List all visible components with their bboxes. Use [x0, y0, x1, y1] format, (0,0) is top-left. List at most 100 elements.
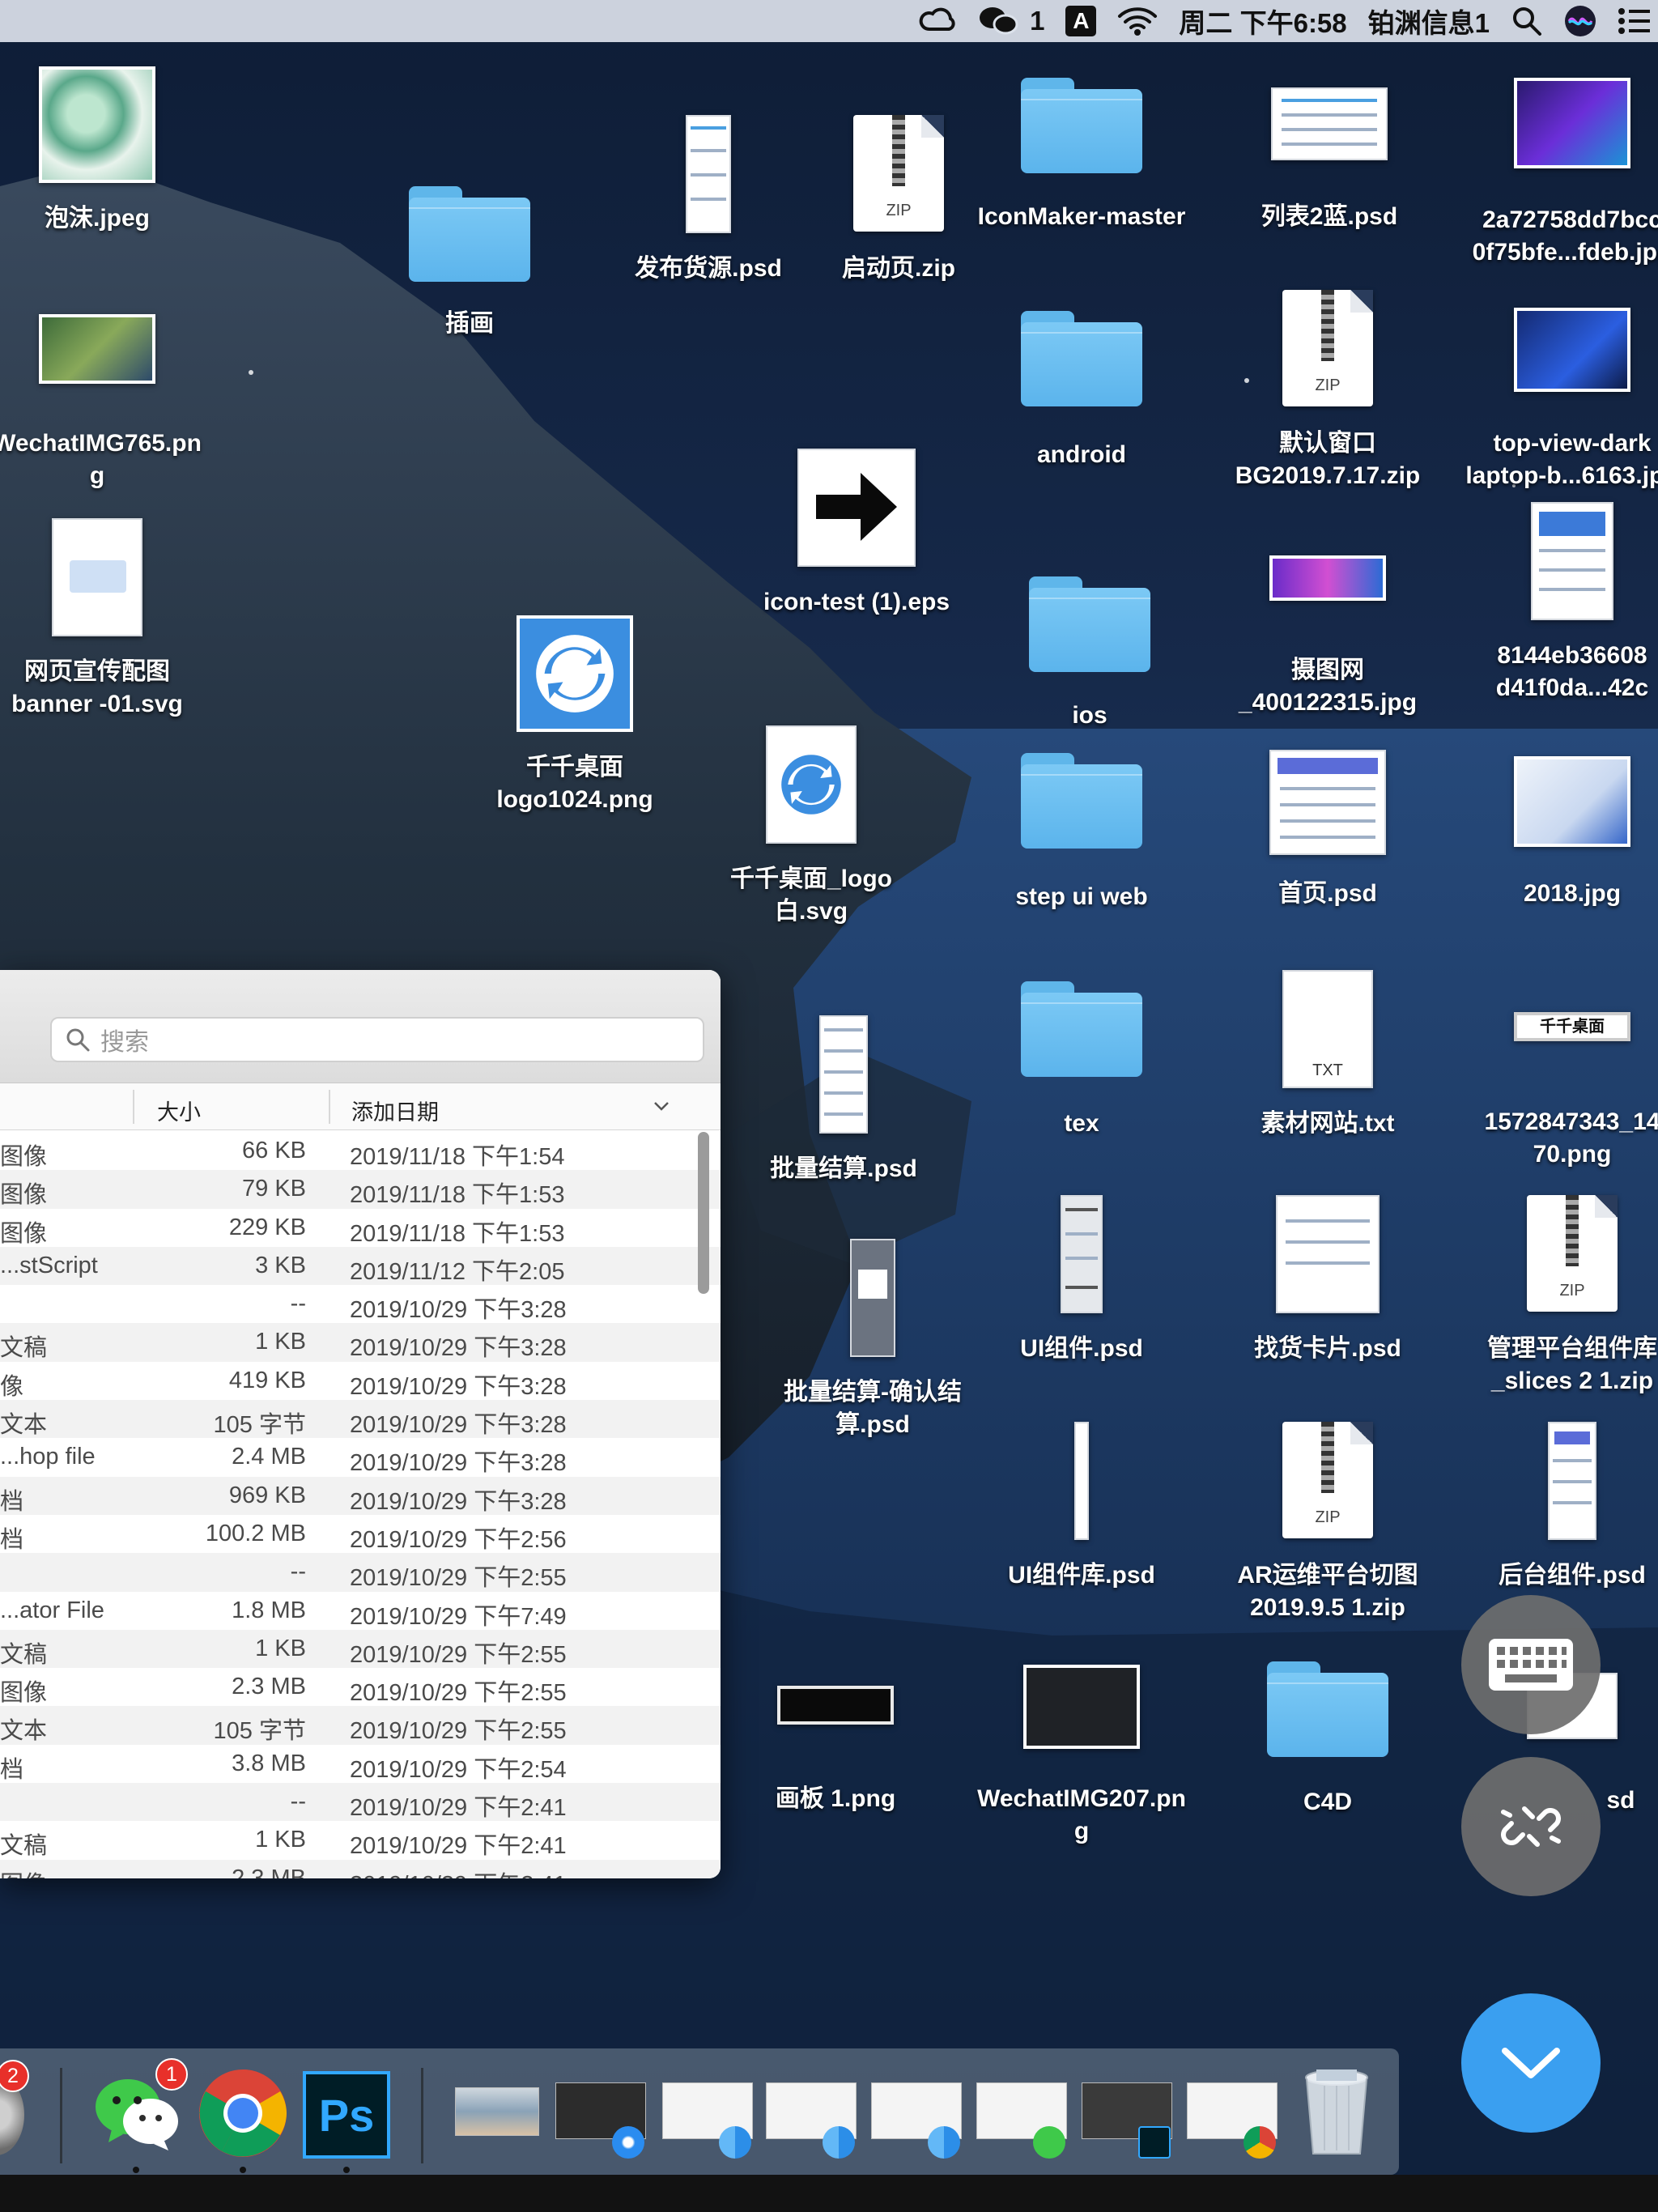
dock-minimized-window-photo[interactable] — [455, 2066, 539, 2155]
table-row[interactable]: 像 419 KB 2019/10/29 下午3:28 — [0, 1362, 721, 1400]
icon-label: 插画 — [445, 310, 494, 337]
dock-app-chrome[interactable] — [196, 2066, 290, 2160]
icon-label: 8144eb36608 d41f0da...42c — [1495, 642, 1649, 701]
desktop-icon-iconmaker-folder[interactable]: IconMaker-master — [960, 78, 1203, 248]
desktop-icon-admin-components-zip[interactable]: ZIP 管理平台组件库 _slices 2 1.zip — [1451, 1195, 1658, 1397]
input-method-icon[interactable]: A — [1065, 0, 1097, 42]
desktop-icon-tex-folder[interactable]: tex — [960, 981, 1203, 1143]
desktop-icon-qianqian-logo-svg[interactable]: 千千桌面_logo 白.svg — [690, 725, 933, 936]
wifi-icon[interactable] — [1117, 0, 1158, 42]
column-header-size[interactable]: 大小 — [157, 1095, 201, 1126]
safari-icon — [612, 2126, 644, 2159]
icon-label: 2018.jpg — [1523, 880, 1622, 907]
desktop-icon-ui-library-psd[interactable]: UI组件库.psd — [960, 1422, 1203, 1600]
dock-app-launchpad[interactable]: 2 — [0, 2060, 29, 2157]
creative-cloud-icon[interactable] — [918, 0, 957, 42]
collapse-button[interactable] — [1461, 1993, 1601, 2133]
desktop-icon-default-window-zip[interactable]: ZIP 默认窗口 BG2019.7.17.zip — [1206, 290, 1449, 492]
desktop-icon-step-ui-web-folder[interactable]: step ui web — [960, 753, 1203, 915]
dock: 2 1 Ps — [0, 2048, 1399, 2175]
chevron-down-icon[interactable] — [653, 1100, 670, 1112]
dock-minimized-window-chrome[interactable] — [1187, 2066, 1281, 2160]
desktop-icon-foam-jpeg[interactable]: 泡沫.jpeg — [0, 66, 219, 245]
icon-label: 素材网站.txt — [1261, 1110, 1395, 1137]
desktop-icon-qianqian-logo-png[interactable]: 千千桌面 logo1024.png — [453, 615, 696, 826]
desktop-icon-ios-folder[interactable]: ios — [968, 576, 1211, 738]
vertical-scrollbar[interactable] — [698, 1132, 709, 1294]
table-row[interactable]: 文本 105 字节 2019/10/29 下午2:55 — [0, 1706, 721, 1745]
desktop-icon-wechatimg765[interactable]: WechatIMG765.pn g — [0, 314, 219, 500]
table-row[interactable]: 档 969 KB 2019/10/29 下午3:28 — [0, 1476, 721, 1515]
icon-label: step ui web — [1015, 883, 1148, 910]
desktop-icon-shetuwang-jpg[interactable]: 摄图网 _400122315.jpg — [1206, 555, 1449, 725]
desktop-icon-batch-settlement-psd[interactable]: 批量结算.psd — [722, 1015, 965, 1193]
desktop-icon-1572847343-png[interactable]: 千千桌面 1572847343_14 70.png — [1451, 1012, 1658, 1182]
table-row[interactable]: -- 2019/10/29 下午2:55 — [0, 1553, 721, 1592]
table-row[interactable]: ...ator File 1.8 MB 2019/10/29 下午7:49 — [0, 1592, 721, 1630]
desktop-icon-wechatimg207[interactable]: WechatIMG207.pn g — [960, 1665, 1203, 1867]
table-row[interactable]: 文稿 1 KB 2019/10/29 下午2:55 — [0, 1629, 721, 1669]
desktop-icon-2a72758-jpg[interactable]: 2a72758dd7bcc 0f75bfe...fdeb.jpg — [1451, 78, 1658, 272]
desktop-icon-icon-test-eps[interactable]: icon-test (1).eps — [735, 449, 978, 627]
table-row[interactable]: -- 2019/10/29 下午3:28 — [0, 1285, 721, 1323]
finder-icon — [928, 2126, 960, 2159]
search-placeholder: 搜索 — [100, 1029, 149, 1056]
image-thumbnail — [39, 66, 155, 183]
table-row[interactable]: 文稿 1 KB 2019/10/29 下午3:28 — [0, 1323, 721, 1362]
image-thumbnail — [39, 314, 155, 384]
desktop-icon-android-folder[interactable]: android — [960, 311, 1203, 473]
icon-label: 泡沫.jpeg — [44, 205, 150, 232]
dock-trash[interactable] — [1300, 2066, 1373, 2160]
dock-minimized-window-finder-3[interactable] — [871, 2066, 965, 2160]
column-header-date-added[interactable]: 添加日期 — [351, 1095, 439, 1126]
desktop-icon-banner-svg[interactable]: 网页宣传配图 banner -01.svg — [0, 518, 219, 729]
desktop-icon-list-blue-psd[interactable]: 列表2蓝.psd — [1208, 87, 1451, 249]
desktop-icon-ui-components-psd[interactable]: UI组件.psd — [960, 1195, 1203, 1373]
dock-minimized-window-wechat[interactable] — [976, 2066, 1070, 2160]
desktop-icon-find-goods-card-psd[interactable]: 找货卡片.psd — [1206, 1195, 1449, 1373]
table-row[interactable]: 档 3.8 MB 2019/10/29 下午2:54 — [0, 1745, 721, 1783]
desktop-icon-backend-components-psd[interactable]: 后台组件.psd — [1451, 1422, 1658, 1600]
notification-center-icon[interactable] — [1618, 0, 1650, 42]
chevron-down-icon — [1502, 2048, 1560, 2078]
dock-minimized-window-safari[interactable] — [555, 2066, 649, 2160]
desktop-icon-c4d-folder[interactable]: C4D — [1206, 1661, 1449, 1823]
desktop-icon-artboard-png[interactable]: 画板 1.png — [714, 1686, 957, 1864]
dock-app-photoshop[interactable]: Ps — [303, 2071, 390, 2159]
desktop-icon-homepage-psd[interactable]: 首页.psd — [1206, 750, 1449, 920]
desktop-icon-2018-jpg[interactable]: 2018.jpg — [1451, 756, 1658, 918]
table-row[interactable]: 图像 66 KB 2019/11/18 下午1:54 — [0, 1132, 721, 1170]
clock[interactable]: 周二 下午6:58 — [1179, 0, 1346, 42]
siri-icon[interactable] — [1564, 0, 1596, 42]
table-row[interactable]: -- 2019/10/29 下午2:41 — [0, 1783, 721, 1822]
table-row[interactable]: 档 100.2 MB 2019/10/29 下午2:56 — [0, 1515, 721, 1553]
table-row[interactable]: 图像2.3 MB2019/10/29 下午2:41 — [0, 1859, 721, 1878]
dock-minimized-window-finder-1[interactable] — [662, 2066, 756, 2160]
dock-minimized-window-finder-2[interactable] — [766, 2066, 860, 2160]
keyboard-button[interactable] — [1461, 1595, 1601, 1734]
icon-label: 批量结算.psd — [770, 1155, 917, 1182]
clock-text: 周二 下午6:58 — [1179, 8, 1347, 38]
desktop-icon-8144eb-image[interactable]: 8144eb36608 d41f0da...42c — [1451, 502, 1658, 713]
table-row[interactable]: 图像 229 KB 2019/11/18 下午1:53 — [0, 1209, 721, 1247]
desktop-icon-ar-ops-zip[interactable]: ZIP AR运维平台切图 2019.9.5 1.zip — [1206, 1422, 1449, 1624]
icon-label: android — [1037, 441, 1126, 468]
psd-document-icon — [1548, 1422, 1596, 1540]
user-menu[interactable]: 铂渊信息1 — [1368, 0, 1490, 42]
wechat-status-icon[interactable]: 1 — [978, 0, 1044, 42]
table-row[interactable]: 文稿 1 KB 2019/10/29 下午2:41 — [0, 1821, 721, 1859]
dock-minimized-window-photoshop[interactable] — [1082, 2066, 1175, 2160]
desktop-icon-illustration-folder[interactable]: 插画 — [348, 180, 591, 342]
table-row[interactable]: 图像 79 KB 2019/11/18 下午1:53 — [0, 1170, 721, 1209]
disconnect-button[interactable] — [1461, 1757, 1601, 1896]
dock-app-wechat[interactable]: 1 — [89, 2058, 188, 2160]
table-row[interactable]: 图像 2.3 MB 2019/10/29 下午2:55 — [0, 1668, 721, 1706]
table-row[interactable]: 文本 105 字节 2019/10/29 下午3:28 — [0, 1400, 721, 1439]
desktop-icon-top-view-dark-jpg[interactable]: top-view-dark laptop-b...6163.jpg — [1451, 308, 1658, 502]
desktop-icon-batch-confirm-psd[interactable]: 批量结算-确认结 算.psd — [751, 1239, 994, 1449]
table-row[interactable]: ...hop file 2.4 MB 2019/10/29 下午3:28 — [0, 1438, 721, 1476]
search-field[interactable]: 搜索 — [50, 1017, 704, 1062]
desktop-icon-material-sites-txt[interactable]: TXT 素材网站.txt — [1206, 970, 1449, 1156]
table-row[interactable]: ...stScript 3 KB 2019/11/12 下午2:05 — [0, 1246, 721, 1286]
spotlight-search-icon[interactable] — [1511, 0, 1543, 42]
